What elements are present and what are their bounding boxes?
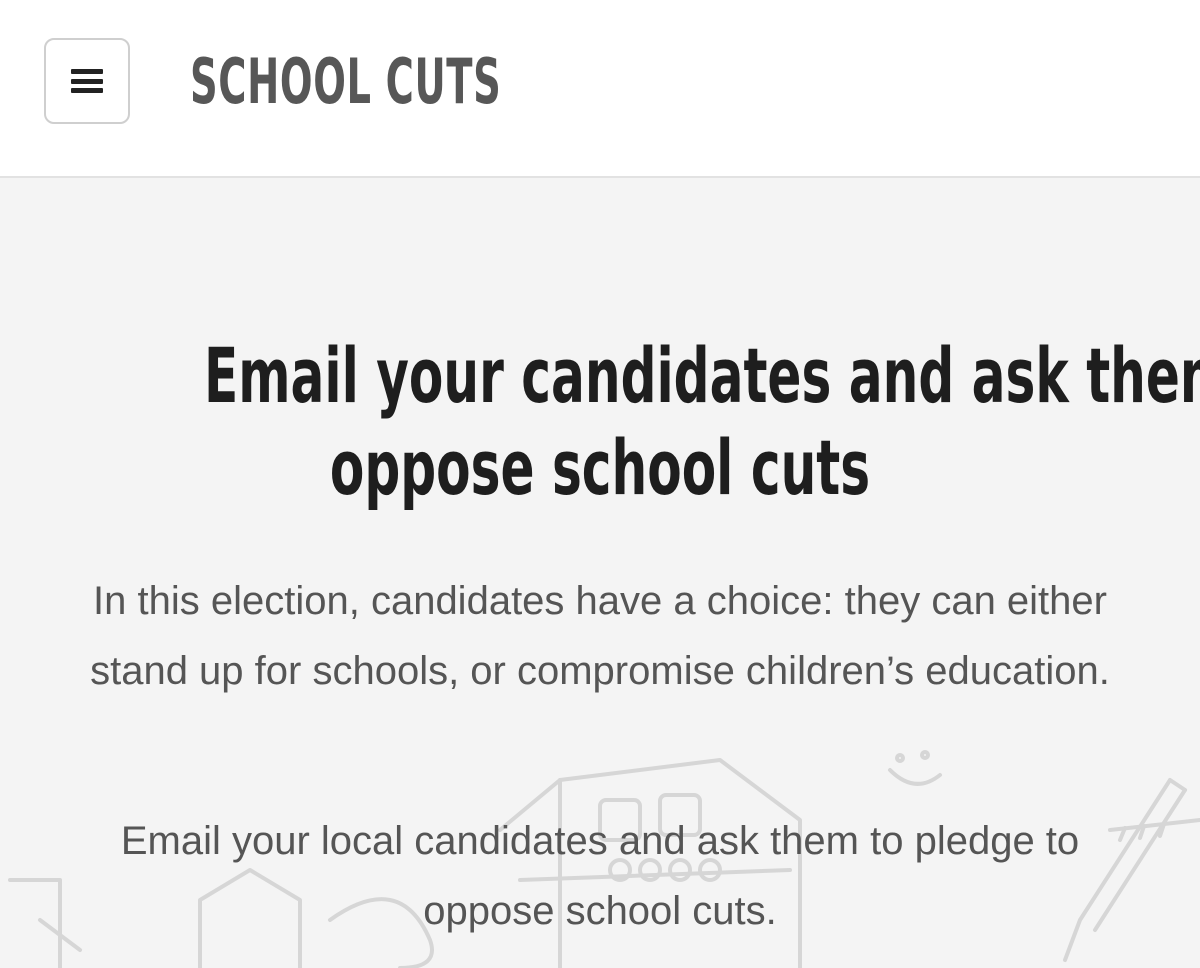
intro-paragraph: In this election, candidates have a choi…: [90, 579, 1110, 693]
page-headline: Email your candidates and ask them to op…: [0, 330, 1200, 514]
site-logo[interactable]: SCHOOL CUTS: [190, 44, 501, 120]
call-to-action-paragraph: Email your local candidates and ask them…: [120, 819, 1080, 933]
site-header: SCHOOL CUTS: [0, 0, 1200, 178]
main-content: Email your candidates and ask them to op…: [0, 180, 1200, 968]
hamburger-menu-icon: [71, 69, 103, 93]
headline-line-2: oppose school cuts: [329, 423, 871, 512]
menu-button[interactable]: [44, 38, 130, 124]
headline-line-1: Email your candidates and ask them to: [203, 331, 1200, 420]
